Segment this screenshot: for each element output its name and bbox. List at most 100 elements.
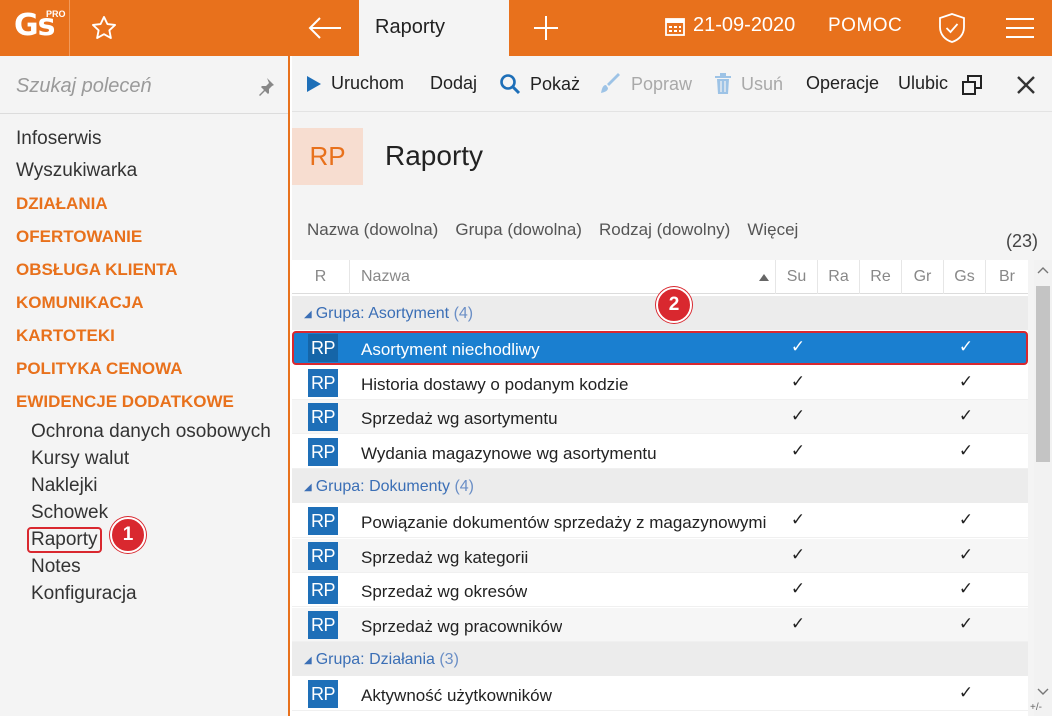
table-row[interactable]: RP Sprzedaż wg asortymentu ✓ ✓ <box>292 400 1028 434</box>
run-button-label: Uruchom <box>331 73 405 93</box>
step-badge-1: 1 <box>110 517 146 553</box>
favorite-star-button[interactable] <box>86 12 122 44</box>
table-row[interactable]: RP Asortyment niechodliwy ✓ ✓ <box>292 331 1028 365</box>
pin-icon[interactable] <box>256 76 276 96</box>
check-su: ✓ <box>790 441 806 460</box>
close-button[interactable] <box>1016 75 1045 95</box>
operations-button[interactable]: Operacje <box>806 73 879 94</box>
show-button[interactable]: Pokaż <box>499 73 580 95</box>
command-search-input[interactable] <box>16 72 246 100</box>
check-gs: ✓ <box>958 579 974 598</box>
help-button[interactable]: POMOC <box>828 15 902 37</box>
sidebar-item-komunikacja[interactable]: KOMUNIKACJA <box>16 286 271 319</box>
table-row[interactable]: RP Aktywność użytkowników ✓ <box>292 677 1028 711</box>
report-icon: RP <box>308 403 338 431</box>
expand-collapse-toggle[interactable]: +/- <box>1030 702 1042 713</box>
module-icon: RP <box>292 128 363 185</box>
top-bar: Gs PRO Raporty 21-09-2020 POMOC <box>0 0 1052 56</box>
scroll-down-icon[interactable] <box>1037 688 1049 696</box>
back-button[interactable] <box>300 8 350 48</box>
sidebar-subitem-konfiguracja[interactable]: Konfiguracja <box>16 580 271 607</box>
scroll-thumb[interactable] <box>1036 286 1050 462</box>
check-su: ✓ <box>790 545 806 564</box>
security-button[interactable] <box>932 10 972 46</box>
new-tab-button[interactable] <box>526 8 566 48</box>
check-gs: ✓ <box>958 545 974 564</box>
main-menu-button[interactable] <box>998 10 1042 46</box>
sidebar-item-ofertowanie[interactable]: OFERTOWANIE <box>16 220 271 253</box>
sidebar-item-wyszukiwarka[interactable]: Wyszukiwarka <box>16 155 271 187</box>
run-button[interactable]: Uruchom <box>306 73 404 94</box>
group-name: Działania <box>369 651 435 668</box>
filter-name[interactable]: Nazwa (dowolna) <box>307 220 438 240</box>
col-header-gs[interactable]: Gs <box>944 260 986 294</box>
sidebar-item-kartoteki[interactable]: KARTOTEKI <box>16 319 271 352</box>
scroll-up-icon[interactable] <box>1037 266 1049 274</box>
tab-raporty[interactable]: Raporty <box>359 0 509 56</box>
operations-button-label: Operacje <box>806 73 880 93</box>
group-row[interactable]: ◢ Grupa: Działania (3) <box>292 642 1028 676</box>
report-icon: RP <box>308 611 338 639</box>
table-row[interactable]: RP Historia dostawy o podanym kodzie ✓ ✓ <box>292 366 1028 400</box>
plus-icon <box>534 16 558 40</box>
date-display[interactable]: 21-09-2020 <box>664 14 795 37</box>
group-row[interactable]: ◢ Grupa: Dokumenty (4) <box>292 469 1028 503</box>
edit-button-label: Popraw <box>631 73 693 94</box>
group-count: (4) <box>453 305 474 322</box>
report-icon: RP <box>308 576 338 604</box>
sidebar-item-obsluga-klienta[interactable]: OBSŁUGA KLIENTA <box>16 253 271 286</box>
report-name: Powiązanie dokumentów sprzedaży z magazy… <box>361 513 767 532</box>
favorites-button[interactable]: Ulubic <box>898 73 948 94</box>
col-header-nazwa-label: Nazwa <box>361 268 410 285</box>
report-icon: RP <box>308 680 338 708</box>
check-su: ✓ <box>790 510 806 529</box>
add-button-label: Dodaj <box>430 73 478 93</box>
table-row[interactable]: RP Powiązanie dokumentów sprzedaży z mag… <box>292 504 1028 538</box>
grid-scrollbar[interactable] <box>1034 260 1052 716</box>
delete-button[interactable]: Usuń <box>714 73 783 95</box>
check-su: ✓ <box>790 614 806 633</box>
sidebar-subitem-schowek[interactable]: Schowek <box>16 499 271 526</box>
sidebar-subitem-raporty-label: Raporty <box>27 527 102 553</box>
filter-more[interactable]: Więcej <box>747 220 798 240</box>
check-su: ✓ <box>790 372 806 391</box>
play-icon <box>307 75 321 92</box>
filter-group[interactable]: Grupa (dowolna) <box>455 220 582 240</box>
col-header-r[interactable]: R <box>292 260 350 294</box>
sidebar-item-ewidencje-dodatkowe[interactable]: EWIDENCJE DODATKOWE <box>16 385 271 418</box>
sidebar-item-infoserwis[interactable]: Infoserwis <box>16 123 271 155</box>
add-button[interactable]: Dodaj <box>430 73 477 94</box>
sidebar-subitem-kursy-walut[interactable]: Kursy walut <box>16 445 271 472</box>
collapse-triangle-icon[interactable]: ◢ <box>304 309 312 320</box>
group-count: (3) <box>439 651 459 668</box>
report-name: Sprzedaż wg pracowników <box>361 617 563 636</box>
calendar-icon <box>665 17 685 36</box>
sidebar-subitem-ochrona-danych[interactable]: Ochrona danych osobowych <box>16 418 271 445</box>
sidebar-subitem-naklejki[interactable]: Naklejki <box>16 472 271 499</box>
table-row[interactable]: RP Sprzedaż wg okresów ✓ ✓ <box>292 573 1028 607</box>
col-header-re[interactable]: Re <box>860 260 902 294</box>
collapse-triangle-icon[interactable]: ◢ <box>304 655 312 666</box>
report-name: Wydania magazynowe wg asortymentu <box>361 444 657 463</box>
sidebar-subitem-notes[interactable]: Notes <box>16 553 271 580</box>
col-header-su[interactable]: Su <box>776 260 818 294</box>
sidebar-item-polityka-cenowa[interactable]: POLITYKA CENOWA <box>16 352 271 385</box>
report-name: Asortyment niechodliwy <box>361 340 540 359</box>
table-row[interactable]: RP Sprzedaż wg kategorii ✓ ✓ <box>292 539 1028 573</box>
logo-sup: PRO <box>46 9 66 19</box>
record-count: (23) <box>1005 231 1038 251</box>
table-row[interactable]: RP Sprzedaż wg pracowników ✓ ✓ <box>292 608 1028 642</box>
filter-type[interactable]: Rodzaj (dowolny) <box>599 220 730 240</box>
collapse-triangle-icon[interactable]: ◢ <box>304 482 312 493</box>
show-button-label: Pokaż <box>530 73 581 94</box>
col-header-gr[interactable]: Gr <box>902 260 944 294</box>
table-row[interactable]: RP Wydania magazynowe wg asortymentu ✓ ✓ <box>292 435 1028 469</box>
sidebar-item-dzialania[interactable]: DZIAŁANIA <box>16 187 271 220</box>
col-header-ra[interactable]: Ra <box>818 260 860 294</box>
edit-button[interactable]: Popraw <box>600 73 692 95</box>
col-header-nazwa[interactable]: Nazwa <box>350 260 776 294</box>
restore-window-button[interactable] <box>962 75 991 95</box>
app-logo[interactable]: Gs PRO <box>0 0 70 56</box>
reports-grid: R Nazwa Su Ra Re Gr Gs Br ◢ Grupa: Asorty… <box>292 260 1028 716</box>
col-header-br[interactable]: Br <box>986 260 1028 294</box>
